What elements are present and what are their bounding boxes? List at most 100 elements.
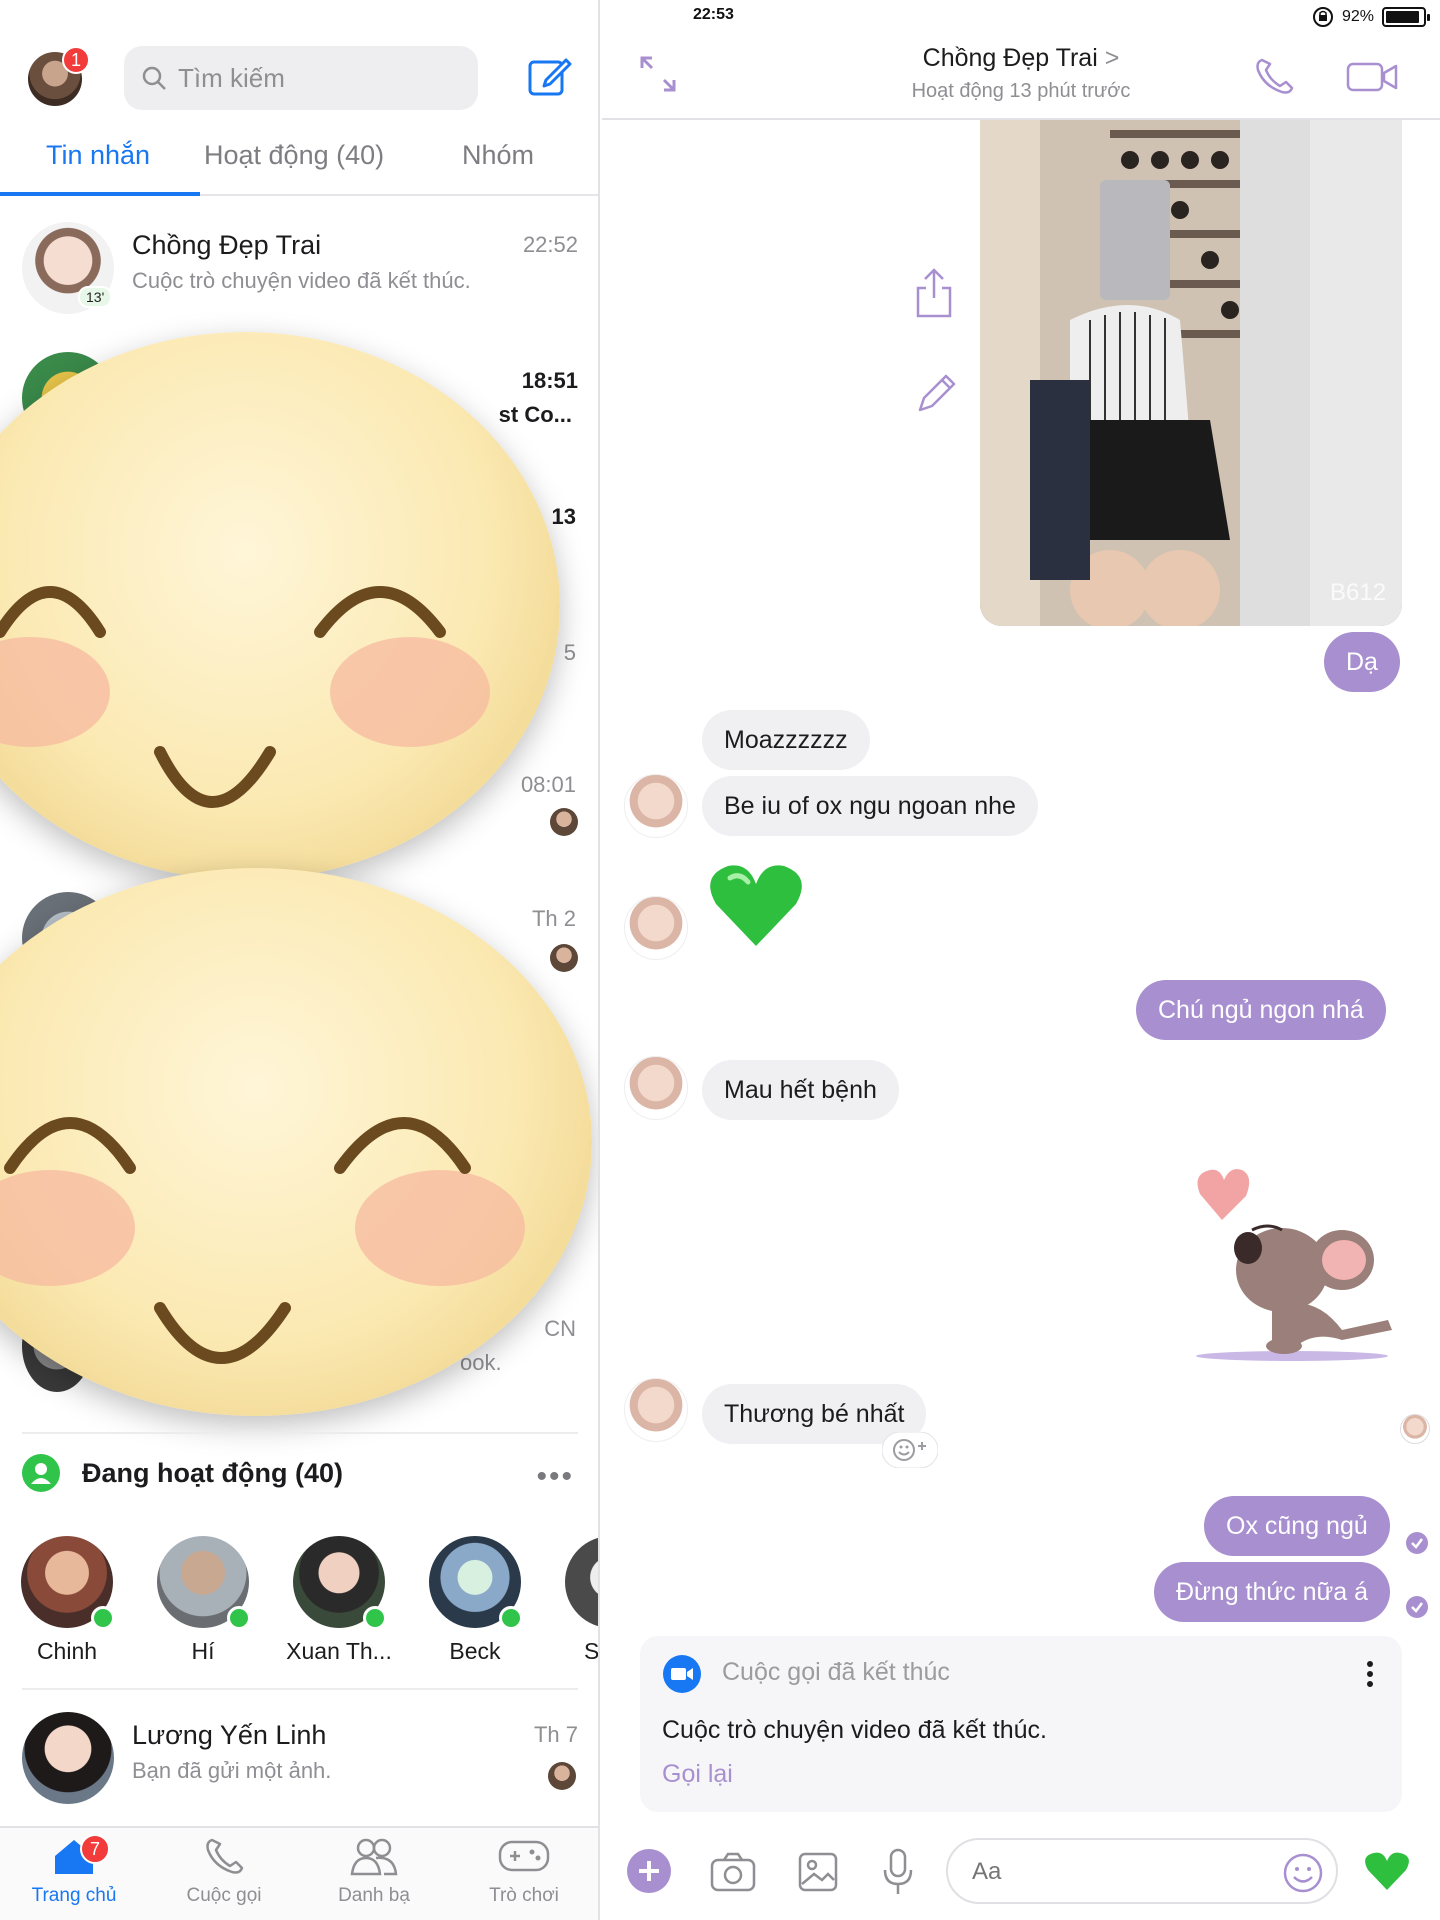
conversation-preview: Bạn đã gửi một ảnh.	[132, 1758, 332, 1783]
friend-name: Chinh	[36, 1638, 98, 1664]
left-header: 1	[0, 38, 598, 118]
delivered-check-icon	[1406, 1532, 1428, 1554]
image-icon[interactable]	[798, 1852, 838, 1892]
compose-icon[interactable]	[526, 54, 572, 100]
tab-activity[interactable]: Hoạt động (40)	[204, 140, 384, 171]
camera-icon[interactable]	[710, 1852, 756, 1892]
photo-watermark: B612	[1330, 579, 1386, 606]
active-friend[interactable]: S	[556, 1536, 600, 1665]
conversation-name: Chồng Đẹp Trai	[132, 230, 322, 260]
friend-avatar	[293, 1536, 387, 1630]
friend-name: Hí	[191, 1638, 215, 1664]
tab-groups[interactable]: Nhóm	[462, 140, 534, 171]
more-vertical-icon[interactable]	[1366, 1660, 1374, 1688]
conversation-row[interactable]: Lương Yến Linh Bạn đã gửi một ảnh. Th 7	[0, 1690, 598, 1822]
active-friend[interactable]: Chinh	[12, 1536, 122, 1665]
search-icon	[142, 66, 166, 90]
green-heart-send-icon[interactable]	[1364, 1850, 1410, 1892]
chevron-right-icon: >	[1104, 44, 1120, 72]
call-back-link[interactable]: Gọi lại	[662, 1760, 733, 1789]
add-reaction-icon[interactable]	[882, 1432, 938, 1468]
nav-label: Trò chơi	[489, 1885, 559, 1906]
active-friend[interactable]: Beck	[420, 1536, 530, 1665]
tab-underline	[0, 192, 200, 196]
nav-label: Trang chủ	[31, 1885, 117, 1906]
battery-icon	[1382, 7, 1430, 27]
delivered-check-icon	[1406, 1596, 1428, 1618]
active-friend[interactable]: Hí	[148, 1536, 258, 1665]
friend-avatar	[565, 1536, 598, 1628]
conversation-tabs: Tin nhắn Hoạt động (40) Nhóm	[0, 128, 598, 196]
battery-percent: 92%	[1341, 8, 1374, 25]
divider	[22, 1432, 578, 1434]
nav-calls[interactable]: Cuộc gọi	[154, 1836, 294, 1907]
sender-avatar	[624, 774, 688, 838]
nav-home[interactable]: 7 Trang chủ	[4, 1834, 144, 1907]
message-bubble-incoming[interactable]: Mau hết bệnh	[702, 1060, 899, 1120]
game-controller-icon	[498, 1840, 550, 1872]
call-ended-card: Cuộc gọi đã kết thúc Cuộc trò chuyện vid…	[640, 1636, 1402, 1812]
shared-photo[interactable]: B612	[980, 120, 1402, 626]
edit-pencil-icon[interactable]	[914, 372, 958, 416]
tab-messages[interactable]: Tin nhắn	[46, 140, 150, 171]
search-bar[interactable]	[124, 46, 478, 110]
phone-call-icon[interactable]	[1252, 56, 1296, 98]
home-badge: 7	[80, 1834, 110, 1864]
call-card-title: Cuộc gọi đã kết thúc	[722, 1658, 950, 1686]
message-bubble-outgoing[interactable]: Chú ngủ ngon nhá	[1136, 980, 1386, 1040]
emoji-icon[interactable]	[1282, 1852, 1324, 1894]
friend-avatar	[21, 1536, 115, 1630]
chat-pane: Chồng Đẹp Trai > Hoạt động 13 phút trước…	[602, 0, 1440, 1920]
online-indicator	[363, 1606, 387, 1630]
nav-label: Danh bạ	[338, 1885, 410, 1906]
message-bubble-incoming[interactable]: Moazzzzzz	[702, 710, 870, 770]
sender-avatar	[624, 1056, 688, 1120]
message-input[interactable]	[972, 1854, 1272, 1890]
conversation-list-pane: 1 Tin nhắn Hoạt động (40) Nhóm 13' Chồng…	[0, 0, 600, 1920]
friend-name: S	[584, 1638, 600, 1664]
conversation-time: 22:52	[522, 232, 578, 257]
friend-name: Xuan Th...	[286, 1638, 392, 1664]
share-icon[interactable]	[914, 266, 954, 320]
contacts-icon	[350, 1838, 398, 1876]
video-call-icon[interactable]	[1346, 60, 1398, 94]
message-bubble-outgoing[interactable]: Đừng thức nữa á	[1154, 1562, 1390, 1622]
chat-title[interactable]: Chồng Đẹp Trai >	[602, 44, 1440, 73]
photo-content: B612	[980, 120, 1402, 626]
koala-heart-sticker[interactable]	[1192, 1140, 1404, 1364]
status-time: 22:53	[693, 6, 734, 23]
smiling-face-icon	[0, 1117, 525, 1364]
video-camera-icon	[663, 1655, 701, 1693]
plus-icon[interactable]	[626, 1848, 672, 1894]
online-indicator	[227, 1606, 251, 1630]
more-options-icon[interactable]: •••	[536, 1460, 574, 1494]
message-bubble-outgoing[interactable]: Ox cũng ngủ	[1204, 1496, 1390, 1556]
smiling-face-icon	[0, 586, 490, 808]
green-heart-icon[interactable]	[706, 856, 806, 956]
battery-fill	[1386, 11, 1419, 23]
microphone-icon[interactable]	[882, 1848, 914, 1896]
notification-badge: 1	[62, 46, 90, 74]
search-input[interactable]	[178, 62, 458, 94]
conversation-time: Th 7	[533, 1722, 578, 1747]
conversation-name: Lương Yến Linh	[132, 1720, 327, 1750]
chat-contact-name: Chồng Đẹp Trai	[922, 44, 1098, 72]
smiling-face-emoji-overlay	[0, 332, 560, 880]
active-time-badge: 13'	[78, 286, 113, 308]
seen-avatar	[1400, 1414, 1430, 1444]
nav-games[interactable]: Trò chơi	[454, 1836, 594, 1907]
active-friend[interactable]: Xuan Th...	[284, 1536, 394, 1665]
conversation-row[interactable]: 13' Chồng Đẹp Trai Cuộc trò chuyện video…	[0, 200, 598, 332]
message-bubble-outgoing[interactable]: Dạ	[1324, 632, 1400, 692]
chat-header: Chồng Đẹp Trai > Hoạt động 13 phút trước	[602, 38, 1440, 120]
orientation-lock-icon	[1312, 7, 1333, 27]
active-people-icon	[22, 1454, 60, 1492]
seen-avatar	[548, 1762, 576, 1790]
phone-icon	[206, 1838, 244, 1874]
online-indicator	[91, 1606, 115, 1630]
nav-contacts[interactable]: Danh bạ	[304, 1836, 444, 1907]
smiling-face-emoji-overlay	[0, 868, 592, 1416]
message-input-box[interactable]	[946, 1838, 1338, 1904]
message-bubble-incoming[interactable]: Be iu of ox ngu ngoan nhe	[702, 776, 1038, 836]
friend-avatar	[429, 1536, 523, 1630]
